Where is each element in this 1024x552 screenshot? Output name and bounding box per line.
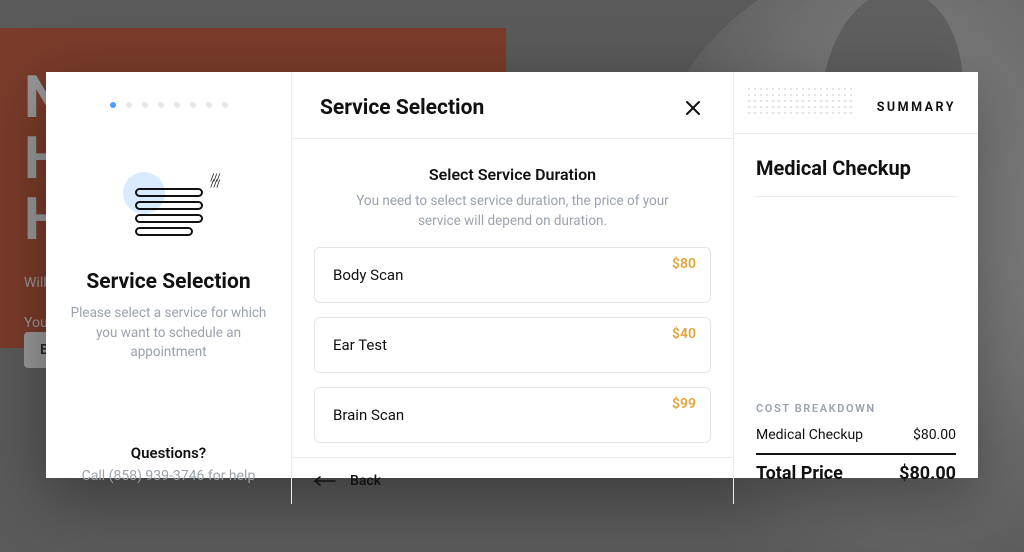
questions-label: Questions?: [46, 444, 291, 462]
summary-title: SUMMARY: [877, 100, 956, 115]
middle-body: Select Service Duration You need to sele…: [292, 139, 733, 457]
left-panel-title: Service Selection: [46, 270, 291, 294]
cost-total-label: Total Price: [756, 463, 843, 484]
step-dot-2: [126, 102, 132, 108]
step-indicator: [46, 72, 291, 108]
left-panel-subtitle: Please select a service for which you wa…: [46, 294, 291, 363]
service-option-brain-scan[interactable]: Brain Scan $99: [314, 387, 711, 443]
service-option-price: $80: [672, 256, 696, 272]
service-option-label: Brain Scan: [333, 406, 404, 424]
service-option-ear-test[interactable]: Ear Test $40: [314, 317, 711, 373]
close-icon: [685, 100, 701, 116]
modal-left-panel: ////// Service Selection Please select a…: [46, 72, 292, 504]
cost-line-item: Medical Checkup $80.00: [756, 423, 956, 447]
left-panel-footer: Questions? Call (858) 939-3746 for help: [46, 444, 291, 504]
step-dot-6: [190, 102, 196, 108]
modal-middle-panel: Service Selection Select Service Duratio…: [292, 72, 734, 504]
modal-right-panel: SUMMARY Medical Checkup COST BREAKDOWN M…: [734, 72, 978, 504]
cost-breakdown-label: COST BREAKDOWN: [756, 402, 956, 415]
step-dot-5: [174, 102, 180, 108]
booking-modal: ////// Service Selection Please select a…: [46, 72, 978, 478]
service-option-label: Ear Test: [333, 336, 387, 354]
middle-header: Service Selection: [292, 72, 733, 139]
step-dot-8: [222, 102, 228, 108]
summary-footer: COST BREAKDOWN Medical Checkup $80.00 To…: [734, 402, 978, 504]
cost-line-label: Medical Checkup: [756, 427, 863, 443]
cost-line-amount: $80.00: [913, 427, 956, 443]
service-option-price: $99: [672, 396, 696, 412]
summary-body: Medical Checkup: [734, 134, 978, 197]
summary-header: SUMMARY: [734, 72, 978, 134]
service-option-body-scan[interactable]: Body Scan $80: [314, 247, 711, 303]
step-dot-1: [110, 102, 116, 108]
cost-total-row: Total Price $80.00: [756, 453, 956, 484]
arrow-left-icon: [314, 476, 336, 486]
summary-selected-service: Medical Checkup: [756, 156, 956, 197]
service-selection-icon: //////: [129, 178, 209, 248]
dot-pattern-icon: [746, 86, 856, 114]
back-button[interactable]: Back: [292, 457, 733, 504]
duration-section-title: Select Service Duration: [314, 165, 711, 184]
service-option-label: Body Scan: [333, 266, 403, 284]
cost-total-amount: $80.00: [899, 463, 956, 484]
step-dot-3: [142, 102, 148, 108]
duration-section-hint: You need to select service duration, the…: [314, 184, 711, 247]
middle-header-title: Service Selection: [320, 96, 484, 120]
questions-phone: Call (858) 939-3746 for help: [46, 468, 291, 484]
service-option-price: $40: [672, 326, 696, 342]
close-button[interactable]: [681, 96, 705, 120]
back-button-label: Back: [350, 473, 381, 489]
step-dot-4: [158, 102, 164, 108]
step-dot-7: [206, 102, 212, 108]
